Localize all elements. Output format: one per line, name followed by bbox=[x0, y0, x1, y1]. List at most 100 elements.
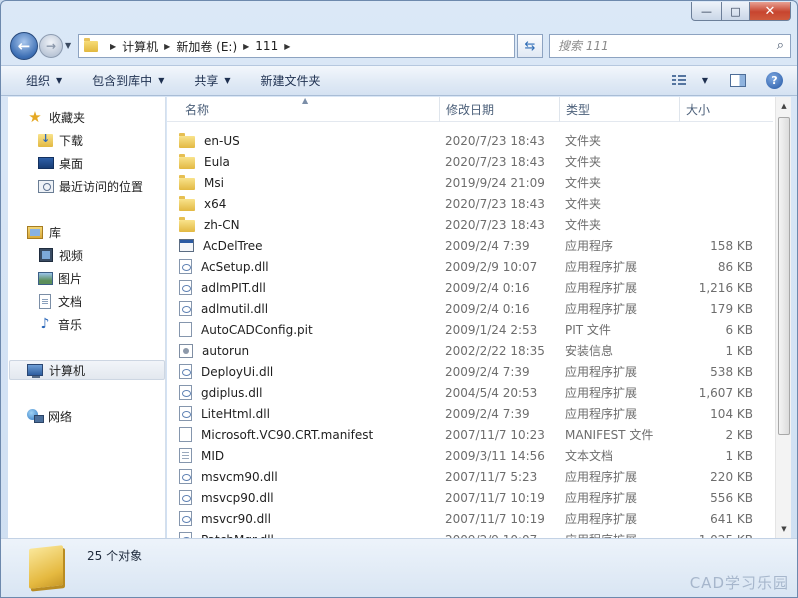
file-date: 2009/2/4 0:16 bbox=[445, 280, 530, 295]
chevron-right-icon[interactable]: ▶ bbox=[243, 42, 249, 51]
nav-libraries[interactable]: 库 bbox=[27, 222, 61, 242]
chevron-right-icon[interactable]: ▶ bbox=[110, 42, 116, 51]
column-header-name[interactable]: ▲ 名称 bbox=[167, 97, 440, 122]
nav-recent-places[interactable]: 最近访问的位置 bbox=[38, 176, 143, 196]
file-date: 2009/2/9 10:07 bbox=[445, 259, 538, 274]
nav-videos[interactable]: 视频 bbox=[39, 245, 83, 265]
file-name-cell: x64 bbox=[179, 195, 445, 211]
recent-pages-dropdown[interactable]: ▼ bbox=[65, 41, 71, 50]
file-type: 文件夹 bbox=[565, 176, 602, 190]
nav-favorites[interactable]: ★ 收藏夹 bbox=[27, 107, 85, 127]
file-name-cell: msvcp90.dll bbox=[179, 490, 445, 505]
preview-pane-button[interactable] bbox=[730, 66, 746, 95]
organize-menu[interactable]: 组织 ▼ bbox=[26, 66, 62, 95]
file-date: 2007/11/7 10:19 bbox=[445, 490, 545, 505]
file-name-cell: AcDelTree bbox=[179, 239, 445, 253]
nav-computer[interactable]: 计算机 bbox=[9, 360, 165, 380]
maximize-button[interactable]: □ bbox=[722, 2, 750, 21]
file-row[interactable]: AcDelTree 2009/2/4 7:39 应用程序 158 KB bbox=[179, 235, 773, 256]
file-type: 应用程序扩展 bbox=[565, 470, 638, 484]
chevron-right-icon[interactable]: ▶ bbox=[164, 42, 170, 51]
file-row[interactable]: Microsoft.VC90.CRT.manifest 2007/11/7 10:… bbox=[179, 424, 773, 445]
file-type: 文件夹 bbox=[565, 155, 602, 169]
file-row[interactable]: Msi 2019/9/24 21:09 文件夹 bbox=[179, 172, 773, 193]
chevron-down-icon: ▼ bbox=[56, 76, 63, 85]
file-row[interactable]: gdiplus.dll 2004/5/4 20:53 应用程序扩展 1,607 KB bbox=[179, 382, 773, 403]
nav-downloads[interactable]: 下载 bbox=[38, 130, 83, 150]
breadcrumb-drive[interactable]: 新加卷 (E:) bbox=[176, 38, 237, 55]
nav-network[interactable]: 网络 bbox=[27, 406, 72, 426]
file-size: 1 KB bbox=[725, 448, 753, 463]
file-row[interactable]: DeployUi.dll 2009/2/4 7:39 应用程序扩展 538 KB bbox=[179, 361, 773, 382]
file-size: 220 KB bbox=[710, 469, 753, 484]
file-name-cell: gdiplus.dll bbox=[179, 385, 445, 400]
file-type: 应用程序扩展 bbox=[565, 531, 683, 538]
close-button[interactable]: ✕ bbox=[750, 2, 791, 21]
column-date-label: 修改日期 bbox=[446, 103, 495, 117]
sort-ascending-icon: ▲ bbox=[302, 97, 309, 105]
change-view-button[interactable]: ▼ bbox=[671, 66, 708, 95]
nav-music[interactable]: ♪ 音乐 bbox=[38, 314, 82, 334]
file-row[interactable]: Eula 2020/7/23 18:43 文件夹 bbox=[179, 151, 773, 172]
file-date: 2007/11/7 10:19 bbox=[445, 511, 545, 526]
breadcrumb-folder[interactable]: 111 bbox=[255, 39, 278, 53]
scrollbar-thumb[interactable] bbox=[778, 117, 790, 435]
file-size: 538 KB bbox=[710, 364, 753, 379]
file-name: msvcp90.dll bbox=[201, 490, 274, 505]
file-name-cell: msvcr90.dll bbox=[179, 511, 445, 526]
file-row[interactable]: x64 2020/7/23 18:43 文件夹 bbox=[179, 193, 773, 214]
file-row[interactable]: PatchMgr.dll2009/2/9 10:07应用程序扩展1,025 KB bbox=[179, 529, 773, 538]
forward-button[interactable]: → bbox=[39, 34, 63, 58]
file-row[interactable]: msvcm90.dll 2007/11/7 5:23 应用程序扩展 220 KB bbox=[179, 466, 773, 487]
nav-desktop[interactable]: 桌面 bbox=[38, 153, 83, 173]
search-icon[interactable]: ⌕ bbox=[777, 38, 784, 53]
file-row[interactable]: adlmPIT.dll 2009/2/4 0:16 应用程序扩展 1,216 KB bbox=[179, 277, 773, 298]
include-in-library-menu[interactable]: 包含到库中 ▼ bbox=[92, 66, 164, 95]
dll-file-icon bbox=[179, 406, 192, 421]
vertical-scrollbar[interactable]: ▲ ▼ bbox=[775, 97, 791, 538]
file-type: MANIFEST 文件 bbox=[565, 428, 654, 442]
search-box[interactable]: ⌕ bbox=[549, 34, 791, 58]
file-type: 应用程序扩展 bbox=[565, 365, 638, 379]
file-row[interactable]: adlmutil.dll 2009/2/4 0:16 应用程序扩展 179 KB bbox=[179, 298, 773, 319]
file-row[interactable]: MID 2009/3/11 14:56 文本文档 1 KB bbox=[179, 445, 773, 466]
file-row[interactable]: zh-CN 2020/7/23 18:43 文件夹 bbox=[179, 214, 773, 235]
share-menu[interactable]: 共享 ▼ bbox=[194, 66, 230, 95]
file-name: msvcr90.dll bbox=[201, 511, 271, 526]
column-header-type[interactable]: 类型 bbox=[560, 97, 680, 122]
desktop-icon bbox=[38, 157, 54, 169]
scroll-up-icon[interactable]: ▲ bbox=[776, 98, 792, 114]
star-icon: ★ bbox=[28, 108, 42, 126]
scroll-down-icon[interactable]: ▼ bbox=[776, 521, 792, 537]
search-input[interactable] bbox=[558, 39, 758, 53]
chevron-right-icon[interactable]: ▶ bbox=[284, 42, 290, 51]
file-row[interactable]: LiteHtml.dll 2009/2/4 7:39 应用程序扩展 104 KB bbox=[179, 403, 773, 424]
nav-documents[interactable]: 文档 bbox=[39, 291, 82, 311]
file-row[interactable]: autorun 2002/2/22 18:35 安装信息 1 KB bbox=[179, 340, 773, 361]
column-header-size[interactable]: 大小 bbox=[680, 97, 773, 122]
nav-pictures[interactable]: 图片 bbox=[38, 268, 82, 288]
file-date: 2004/5/4 20:53 bbox=[445, 385, 538, 400]
file-row[interactable]: en-US 2020/7/23 18:43 文件夹 bbox=[179, 130, 773, 151]
file-row[interactable]: AcSetup.dll 2009/2/9 10:07 应用程序扩展 86 KB bbox=[179, 256, 773, 277]
file-row[interactable]: msvcp90.dll 2007/11/7 10:19 应用程序扩展 556 KB bbox=[179, 487, 773, 508]
refresh-button[interactable]: ⇆ bbox=[517, 34, 543, 58]
address-bar[interactable]: ▶ 计算机 ▶ 新加卷 (E:) ▶ 111 ▶ bbox=[78, 34, 515, 58]
help-button[interactable]: ? bbox=[766, 66, 783, 95]
nav-documents-label: 文档 bbox=[58, 294, 83, 309]
file-row[interactable]: msvcr90.dll 2007/11/7 10:19 应用程序扩展 641 KB bbox=[179, 508, 773, 529]
file-name-cell: en-US bbox=[179, 132, 445, 148]
column-name-label: 名称 bbox=[185, 103, 210, 117]
breadcrumb-computer[interactable]: 计算机 bbox=[122, 38, 158, 55]
file-row[interactable]: AutoCADConfig.pit 2009/1/24 2:53 PIT 文件 6 K… bbox=[179, 319, 773, 340]
nav-music-label: 音乐 bbox=[58, 317, 83, 332]
file-type: 文件夹 bbox=[565, 134, 602, 148]
back-button[interactable]: ← bbox=[10, 32, 38, 60]
new-folder-button[interactable]: 新建文件夹 bbox=[261, 66, 321, 95]
minimize-button[interactable]: — bbox=[691, 2, 722, 21]
folder-file-icon bbox=[179, 195, 195, 211]
column-header-date[interactable]: 修改日期 bbox=[440, 97, 560, 122]
file-name-cell: Msi bbox=[179, 174, 445, 190]
file-date: 2009/2/4 7:39 bbox=[445, 238, 530, 253]
file-date: 2007/11/7 10:23 bbox=[445, 427, 545, 442]
